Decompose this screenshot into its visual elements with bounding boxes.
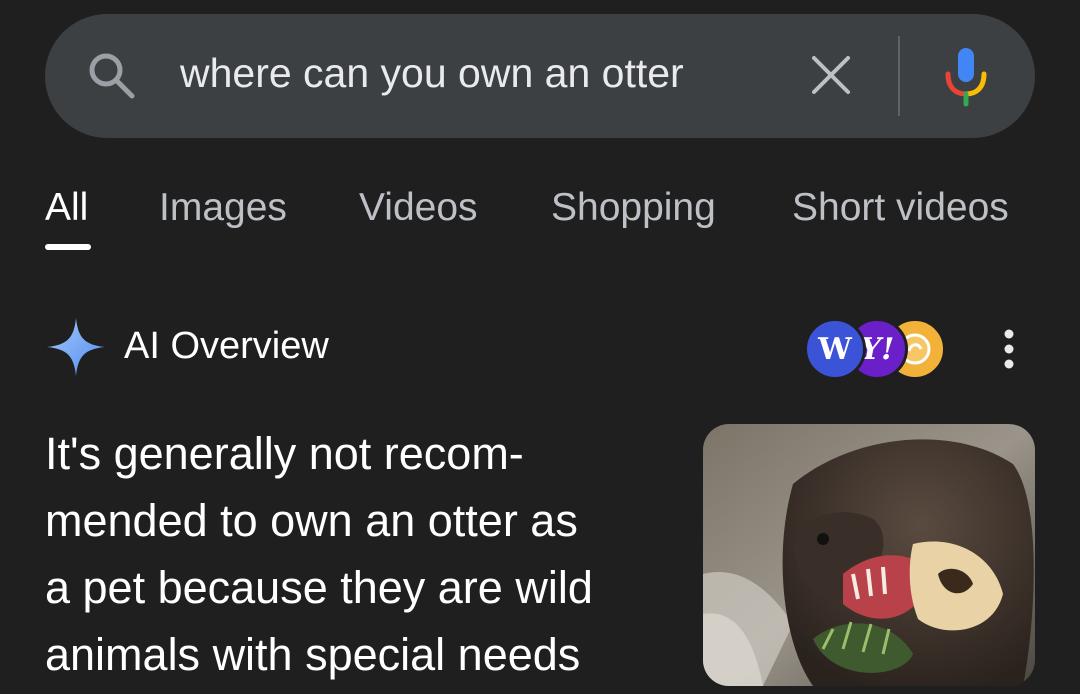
search-results-page: where can you own an otter All Images Vi… [0,0,1080,694]
tab-short-videos[interactable]: Short videos [792,186,1009,230]
ai-overview-title: AI Overview [124,325,329,367]
overview-line: a pet because they are wild [45,562,593,613]
more-options-icon[interactable] [996,326,1022,372]
overview-line: It's generally not recom- [45,428,524,479]
tab-videos[interactable]: Videos [359,186,478,230]
wikipedia-source-icon[interactable]: W [804,318,866,380]
source-icons[interactable]: W Y! [804,318,946,380]
active-tab-indicator [45,244,91,250]
microphone-icon[interactable] [940,44,992,108]
otter-photo[interactable] [703,424,1035,686]
search-icon[interactable] [84,48,140,104]
ai-overview-text: It's generally not recom- mended to own … [45,420,685,688]
tab-images[interactable]: Images [159,186,287,230]
overview-line: mended to own an otter as [45,495,578,546]
overview-line: animals with special needs [45,629,581,680]
ai-sparkle-icon [47,318,105,376]
search-input[interactable]: where can you own an otter [180,50,684,97]
tab-all[interactable]: All [45,186,88,230]
tab-shopping[interactable]: Shopping [551,186,716,230]
search-divider [898,36,900,116]
close-icon[interactable] [808,52,854,98]
